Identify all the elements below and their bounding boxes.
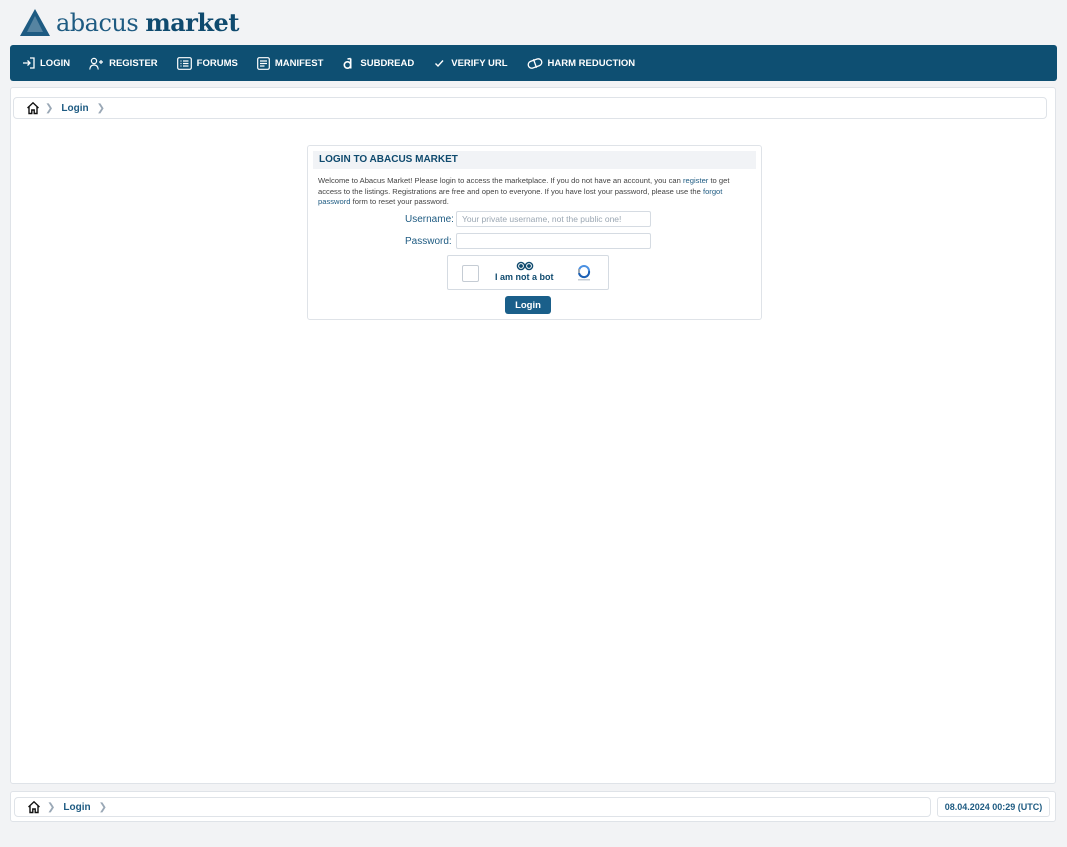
- add-user-icon: [89, 57, 104, 70]
- nav-manifest[interactable]: MANIFEST: [256, 56, 324, 70]
- main-navbar: LOGIN REGISTER FORUMS MANIFEST SUBDREAD …: [10, 45, 1057, 81]
- check-icon: [435, 60, 444, 68]
- nav-subdread[interactable]: SUBDREAD: [342, 57, 414, 70]
- captcha-checkbox[interactable]: [462, 265, 479, 282]
- nav-harm-reduction[interactable]: HARM REDUCTION: [527, 57, 636, 70]
- nav-verify-url[interactable]: VERIFY URL: [433, 57, 508, 69]
- list-icon: [176, 56, 192, 70]
- intro-text-1: Welcome to Abacus Market! Please login t…: [318, 176, 683, 185]
- nav-subdread-label: SUBDREAD: [360, 57, 415, 69]
- breadcrumb-login[interactable]: Login: [61, 103, 88, 114]
- pill-icon: [527, 57, 542, 69]
- footer-bar: ❯ Login ❯ 08.04.2024 00:29 (UTC): [10, 791, 1056, 822]
- nav-login-label: LOGIN: [40, 57, 71, 69]
- document-icon: [256, 56, 270, 70]
- password-input[interactable]: [456, 233, 651, 249]
- home-icon[interactable]: [27, 800, 41, 814]
- main-panel: ❯ Login ❯ LOGIN TO ABACUS MARKET Welcome…: [10, 87, 1056, 784]
- logo-mountain-icon: [20, 9, 50, 36]
- captcha-label: I am not a bot: [495, 272, 554, 282]
- footer-breadcrumb: ❯ Login ❯: [14, 797, 931, 817]
- footer-breadcrumb-login[interactable]: Login: [63, 802, 90, 813]
- chevron-right-icon: ❯: [47, 801, 56, 813]
- captcha-widget: I am not a bot: [447, 255, 609, 290]
- subdread-icon: [343, 57, 352, 69]
- nav-register[interactable]: REGISTER: [89, 57, 158, 70]
- chevron-right-icon: ❯: [96, 102, 105, 114]
- login-intro: Welcome to Abacus Market! Please login t…: [318, 176, 750, 208]
- login-submit-button[interactable]: Login: [505, 296, 551, 314]
- intro-text-3: form to reset your password.: [350, 197, 449, 206]
- password-label: Password:: [405, 236, 452, 247]
- recaptcha-logo-icon: [578, 265, 591, 281]
- nav-manifest-label: MANIFEST: [274, 57, 324, 69]
- logo-text: abacus market: [56, 8, 239, 37]
- owl-icon: [516, 261, 534, 271]
- nav-harm-reduction-label: HARM REDUCTION: [547, 57, 636, 69]
- chevron-right-icon: ❯: [98, 801, 107, 813]
- nav-login[interactable]: LOGIN: [22, 57, 70, 69]
- site-logo[interactable]: abacus market: [20, 8, 239, 37]
- register-link[interactable]: register: [683, 176, 708, 185]
- server-timestamp: 08.04.2024 00:29 (UTC): [937, 797, 1050, 817]
- nav-forums-label: FORUMS: [196, 57, 238, 69]
- login-icon: [23, 57, 35, 69]
- nav-verify-url-label: VERIFY URL: [451, 57, 508, 69]
- home-icon[interactable]: [26, 101, 40, 115]
- breadcrumb: ❯ Login ❯: [13, 97, 1047, 119]
- chevron-right-icon: ❯: [45, 102, 54, 114]
- login-card-title: LOGIN TO ABACUS MARKET: [313, 151, 756, 169]
- nav-register-label: REGISTER: [109, 57, 158, 69]
- username-label: Username:: [405, 214, 454, 225]
- nav-forums[interactable]: FORUMS: [176, 56, 238, 70]
- login-card: LOGIN TO ABACUS MARKET Welcome to Abacus…: [307, 145, 762, 320]
- username-input[interactable]: [456, 211, 651, 227]
